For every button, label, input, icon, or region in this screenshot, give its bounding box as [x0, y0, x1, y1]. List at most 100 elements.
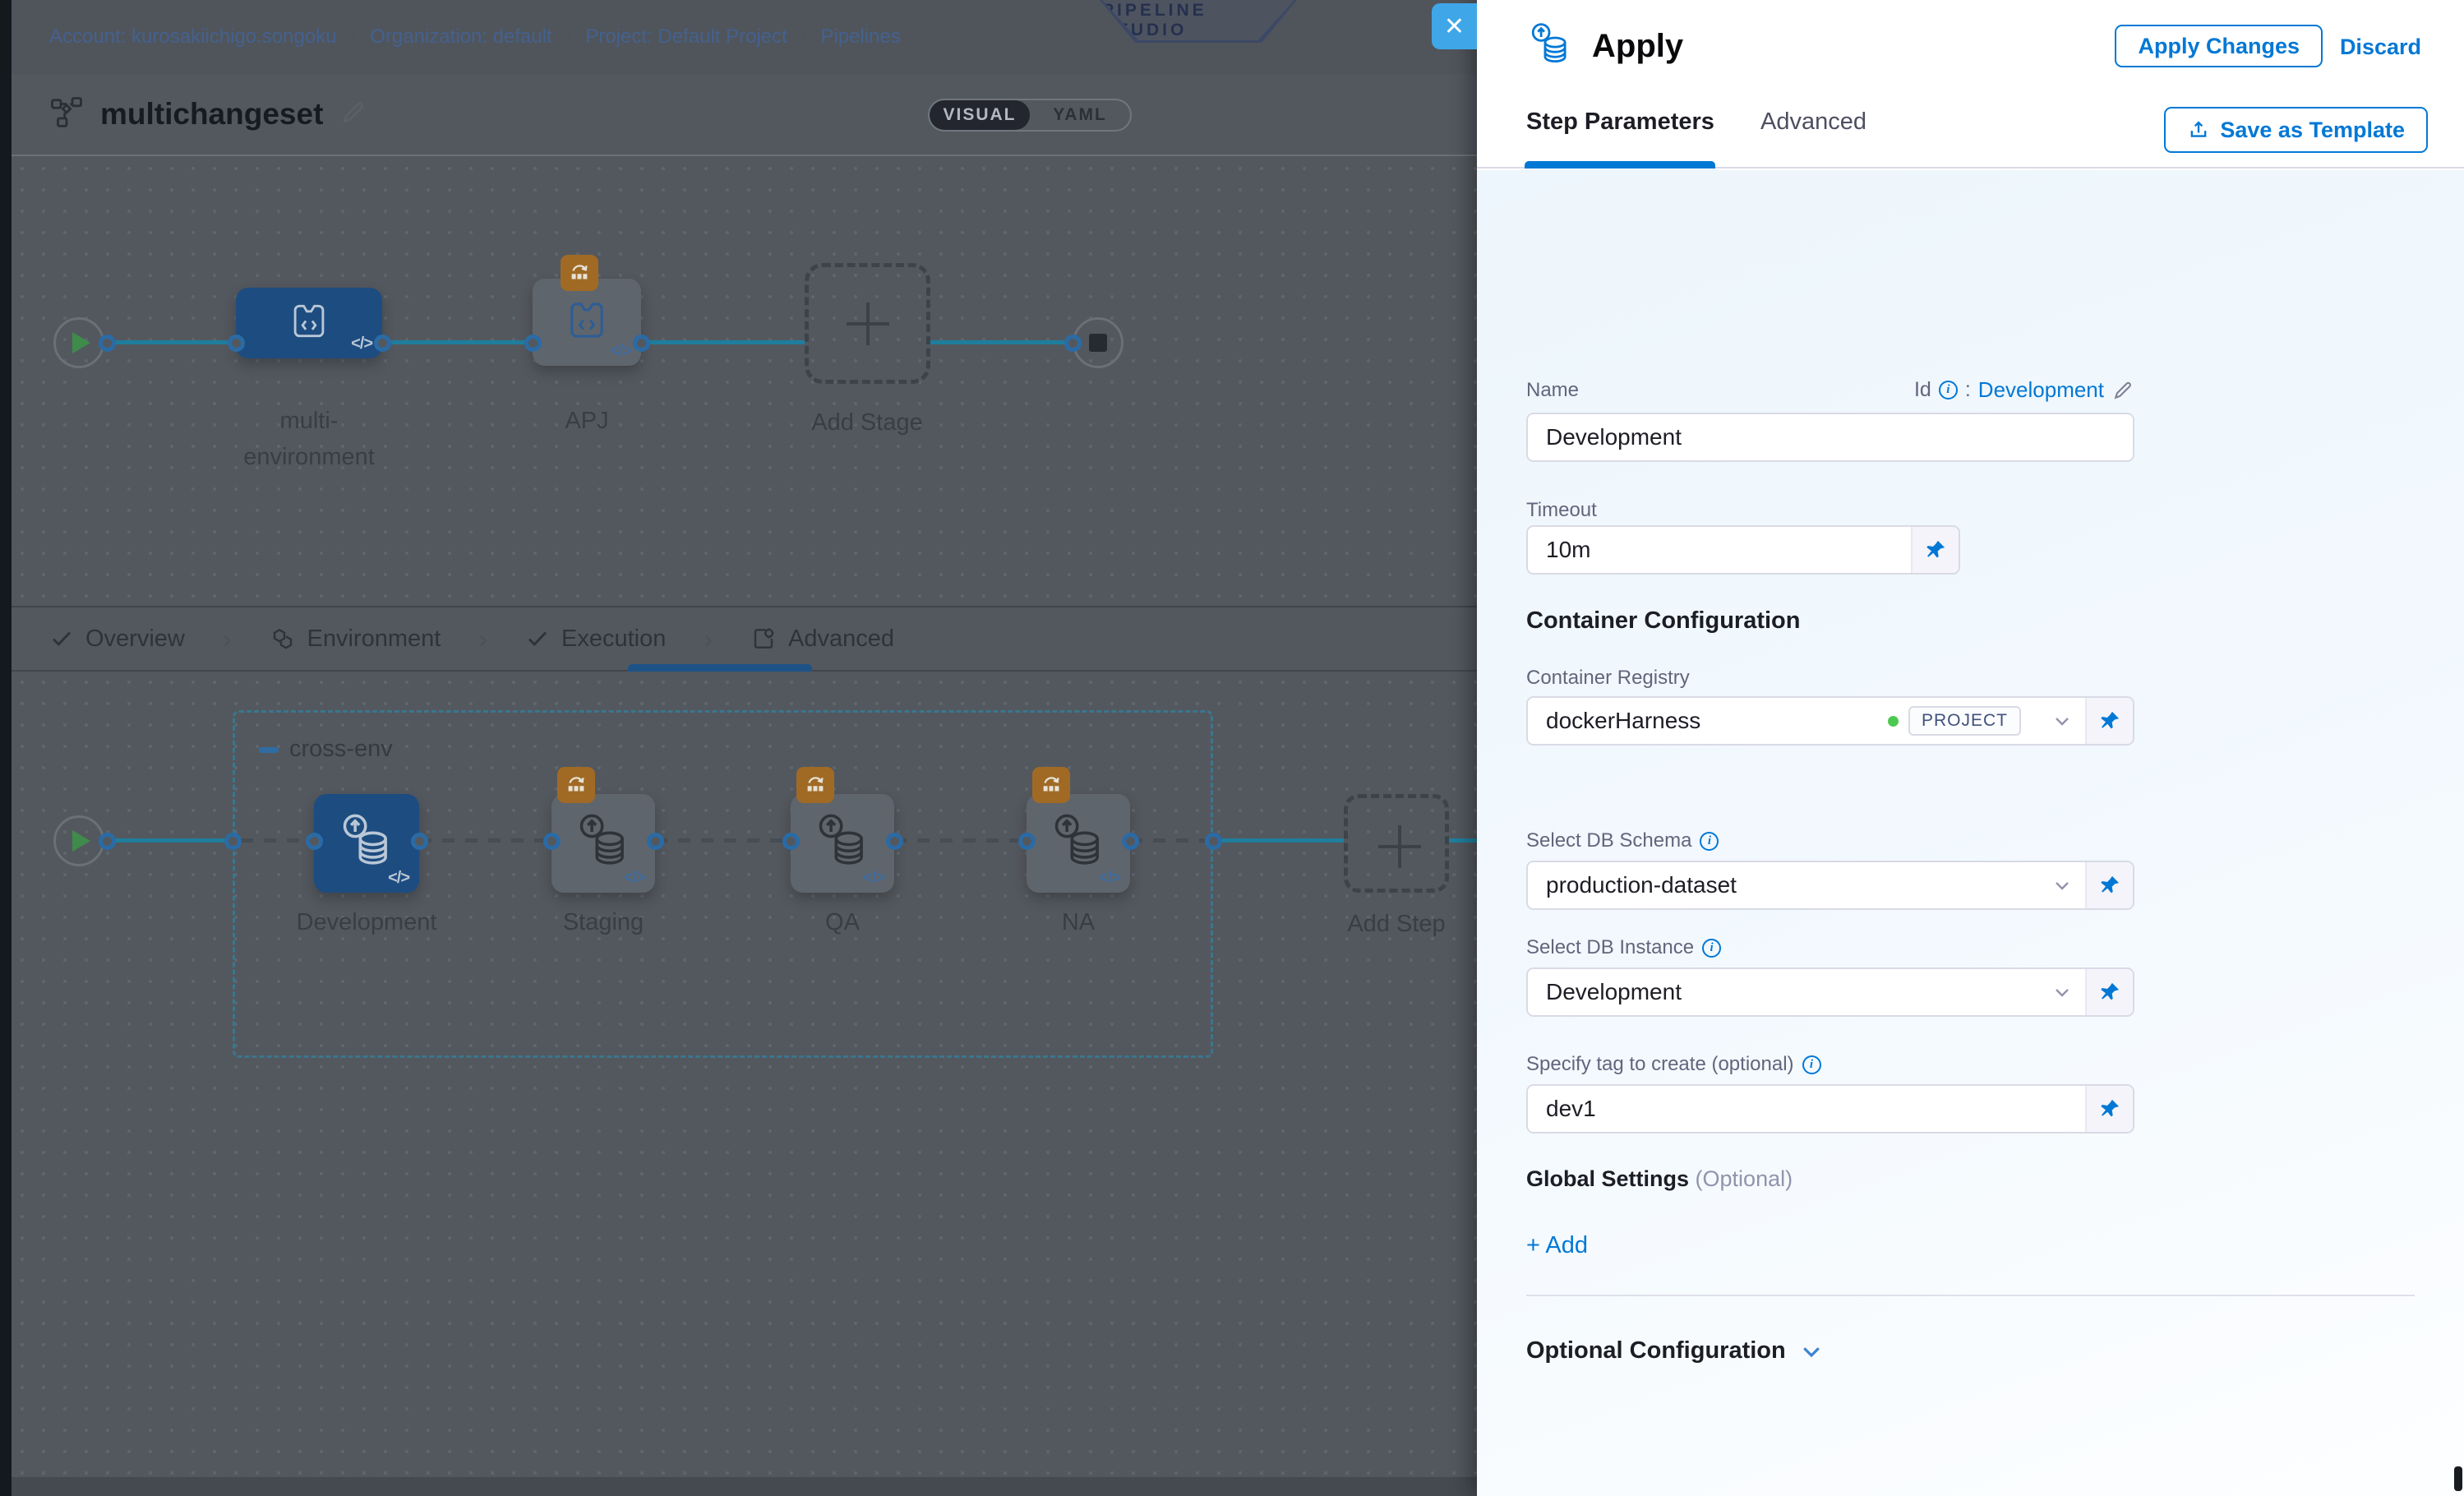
- info-icon[interactable]: i: [1802, 1055, 1821, 1074]
- breadcrumb-org[interactable]: Organization: default: [370, 25, 551, 48]
- global-settings-label: Global Settings: [1526, 1166, 1689, 1191]
- port[interactable]: [543, 833, 561, 850]
- step-node-qa[interactable]: </>: [791, 794, 894, 893]
- apply-changes-button[interactable]: Apply Changes: [2115, 25, 2323, 67]
- port[interactable]: [1018, 833, 1036, 850]
- toggle-yaml[interactable]: YAML: [1030, 100, 1130, 130]
- step-label[interactable]: Development: [284, 904, 449, 940]
- runtime-input-pin-button[interactable]: [2085, 1086, 2133, 1132]
- advanced-icon: [750, 626, 777, 652]
- pipeline-start-node[interactable]: [53, 317, 104, 368]
- edit-id-icon[interactable]: [2111, 379, 2134, 402]
- tab-label: Overview: [85, 626, 185, 653]
- stage-node-apj[interactable]: </>: [533, 279, 641, 366]
- edit-title-icon[interactable]: [339, 99, 367, 131]
- step-node-development[interactable]: </>: [314, 794, 419, 893]
- save-as-template-button[interactable]: Save as Template: [2164, 107, 2428, 153]
- runtime-input-pin-button[interactable]: [2085, 862, 2133, 908]
- db-schema-label: Select DB Schema i: [1526, 829, 1719, 852]
- chevron-down-icon[interactable]: [2039, 969, 2085, 1015]
- connector: [641, 340, 805, 344]
- code-icon: </>: [610, 342, 631, 361]
- chevron-down-icon[interactable]: [2039, 698, 2085, 744]
- tab-advanced[interactable]: Advanced: [1760, 109, 1866, 136]
- port[interactable]: [99, 335, 116, 352]
- stage-node-multi-environment[interactable]: </>: [236, 288, 382, 358]
- runtime-input-pin-button[interactable]: [1911, 527, 1959, 573]
- tab-advanced[interactable]: Advanced: [750, 626, 894, 653]
- panel-header: Apply Apply Changes Discard: [1477, 0, 2464, 92]
- close-panel-button[interactable]: ✕: [1432, 3, 1477, 49]
- tag-field: [1526, 1084, 2134, 1134]
- container-registry-value: dockerHarness: [1546, 708, 1700, 734]
- chevron-right-icon: ›: [704, 624, 713, 654]
- port[interactable]: [886, 833, 903, 850]
- connector-status-dot: [1888, 716, 1899, 727]
- port[interactable]: [1205, 833, 1222, 850]
- port[interactable]: [411, 833, 428, 850]
- id-value[interactable]: Development: [1978, 377, 2104, 403]
- container-registry-field[interactable]: dockerHarness PROJECT: [1526, 696, 2134, 746]
- add-global-setting-button[interactable]: + Add: [1526, 1232, 1588, 1259]
- step-label[interactable]: QA: [801, 904, 884, 940]
- add-step-button[interactable]: [1344, 794, 1449, 893]
- port[interactable]: [99, 833, 116, 850]
- collapse-group-icon[interactable]: [259, 747, 279, 753]
- name-input[interactable]: [1546, 424, 2115, 450]
- id-label: Id: [1914, 378, 1931, 402]
- breadcrumb-separator: ›: [801, 25, 808, 50]
- tab-overview[interactable]: Overview: [49, 626, 185, 653]
- info-icon[interactable]: i: [1702, 939, 1721, 958]
- discard-button[interactable]: Discard: [2340, 35, 2421, 60]
- port[interactable]: [782, 833, 800, 850]
- port[interactable]: [306, 833, 323, 850]
- name-label: Name: [1526, 379, 1579, 402]
- tab-execution[interactable]: Execution: [525, 626, 666, 653]
- canvas-horizontal-scrollbar[interactable]: [12, 1477, 1477, 1496]
- tab-environment[interactable]: Environment: [270, 626, 441, 653]
- db-instance-select[interactable]: Development: [1526, 967, 2134, 1017]
- check-icon: [525, 626, 550, 651]
- panel-scrollbar-thumb[interactable]: [2454, 1466, 2462, 1491]
- add-stage-button[interactable]: [805, 263, 930, 384]
- optional-configuration-toggle[interactable]: Optional Configuration: [1526, 1337, 1824, 1364]
- stage-label[interactable]: multi-environment: [227, 403, 391, 475]
- group-label[interactable]: cross-env: [289, 736, 393, 763]
- port[interactable]: [647, 833, 664, 850]
- add-step-label[interactable]: Add Step: [1335, 906, 1458, 942]
- port[interactable]: [224, 833, 242, 850]
- custom-stage-icon: [564, 298, 610, 348]
- info-icon[interactable]: i: [1700, 832, 1719, 851]
- scope-badge: PROJECT: [1908, 706, 2021, 736]
- timeout-input[interactable]: [1546, 537, 1893, 563]
- port[interactable]: [1122, 833, 1139, 850]
- breadcrumb-separator: ›: [565, 25, 573, 50]
- add-stage-label[interactable]: Add Stage: [785, 404, 949, 441]
- tab-step-parameters[interactable]: Step Parameters: [1526, 109, 1714, 136]
- runtime-input-pin-button[interactable]: [2085, 969, 2133, 1015]
- port[interactable]: [633, 335, 650, 352]
- port[interactable]: [524, 335, 542, 352]
- stage-label[interactable]: APJ: [538, 403, 636, 439]
- execution-canvas: cross-env </>: [12, 672, 1477, 1477]
- breadcrumb-pipelines[interactable]: Pipelines: [820, 25, 900, 48]
- breadcrumb-account[interactable]: Account: kurosakiichigo.songoku: [49, 25, 337, 48]
- step-node-staging[interactable]: </>: [551, 794, 655, 893]
- breadcrumb-project[interactable]: Project: Default Project: [585, 25, 787, 48]
- toggle-visual[interactable]: VISUAL: [930, 100, 1030, 130]
- execution-start-node[interactable]: [53, 815, 104, 866]
- step-label[interactable]: Staging: [542, 904, 665, 940]
- info-icon[interactable]: i: [1939, 381, 1958, 399]
- chevron-down-icon[interactable]: [2039, 862, 2085, 908]
- db-schema-select[interactable]: production-dataset: [1526, 861, 2134, 910]
- port[interactable]: [374, 335, 391, 352]
- port[interactable]: [1064, 335, 1082, 352]
- tag-input[interactable]: [1546, 1096, 2067, 1122]
- step-label[interactable]: NA: [1037, 904, 1119, 940]
- step-node-na[interactable]: </>: [1027, 794, 1130, 893]
- code-icon: </>: [351, 335, 372, 353]
- port[interactable]: [228, 335, 245, 352]
- runtime-input-pin-button[interactable]: [2085, 698, 2133, 744]
- db-schema-label-text: Select DB Schema: [1526, 829, 1691, 852]
- optional-configuration-label: Optional Configuration: [1526, 1337, 1786, 1364]
